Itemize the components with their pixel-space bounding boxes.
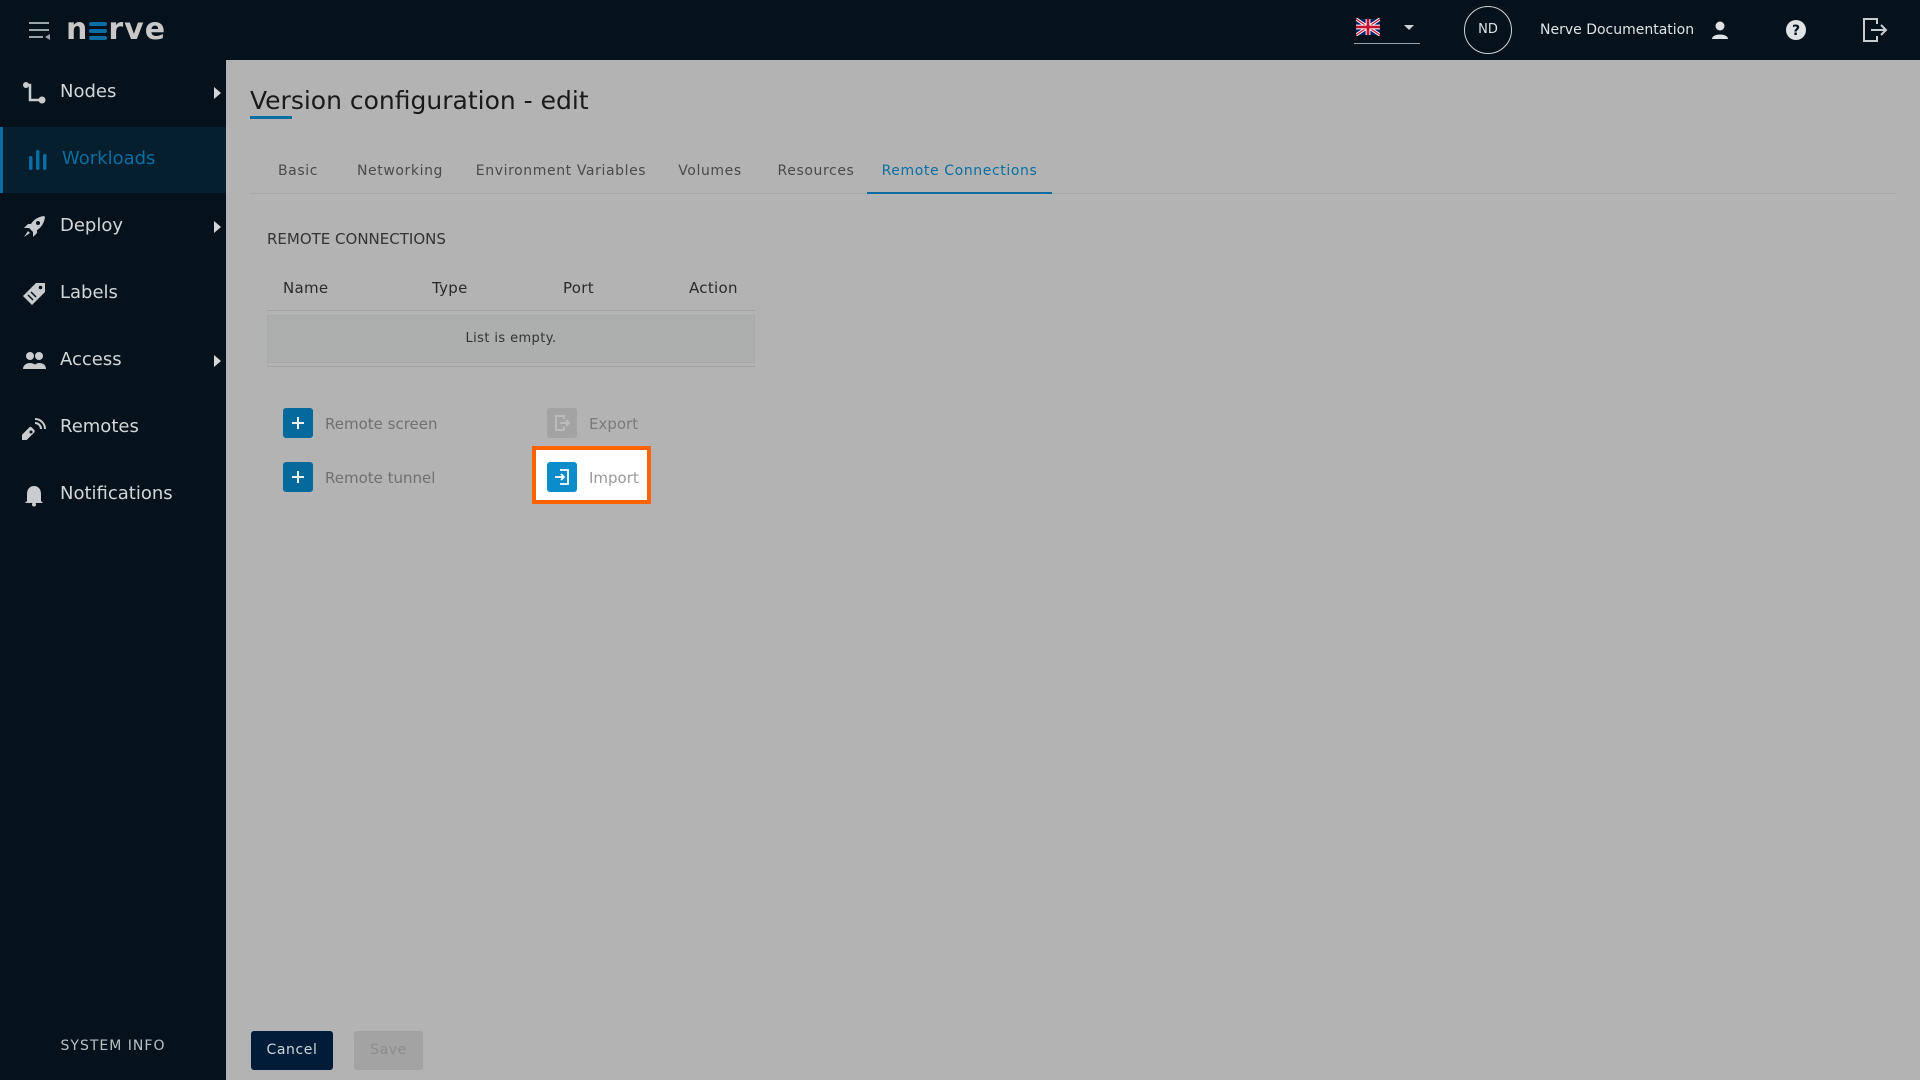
workloads-icon [29, 150, 47, 170]
logo-e-mark [89, 22, 108, 40]
column-header-port[interactable]: Port [563, 278, 594, 298]
sidebar-item-label: Remotes [60, 416, 139, 437]
import-icon [547, 462, 577, 492]
tab-remote-connections[interactable]: Remote Connections [867, 150, 1052, 194]
tab-networking[interactable]: Networking [350, 150, 450, 194]
label-tag-icon [23, 283, 45, 305]
sidebar-item-label: Nodes [60, 81, 117, 102]
plus-icon [283, 408, 313, 438]
section-heading: REMOTE CONNECTIONS [267, 230, 446, 248]
logo-text-right: rve [108, 12, 167, 47]
tab-environment-variables[interactable]: Environment Variables [468, 150, 654, 194]
sidebar-item-notifications[interactable]: Notifications [0, 462, 226, 528]
tab-basic[interactable]: Basic [264, 150, 332, 194]
sidebar-item-workloads[interactable]: Workloads [0, 127, 226, 193]
export-icon [547, 408, 577, 438]
sidebar-item-label: Labels [60, 282, 118, 303]
svg-text:?: ? [1792, 23, 1800, 39]
export-label: Export [589, 415, 639, 433]
sidebar-item-label: Deploy [60, 215, 124, 236]
chevron-right-icon [214, 355, 221, 367]
empty-list-message: List is empty. [267, 315, 755, 363]
users-icon [23, 352, 46, 369]
title-underline [250, 116, 292, 119]
tab-bar: Basic Networking Environment Variables V… [250, 150, 1895, 194]
uk-flag-icon [1356, 18, 1380, 36]
chevron-right-icon [214, 221, 221, 233]
sidebar-item-label: Workloads [62, 148, 156, 169]
user-icon[interactable] [1708, 18, 1732, 42]
logo-text-left: n [66, 12, 89, 47]
help-icon[interactable]: ? [1784, 18, 1808, 42]
language-selector[interactable] [1354, 16, 1420, 44]
plus-icon [283, 462, 313, 492]
bell-icon [25, 486, 43, 507]
chevron-down-icon [1404, 25, 1414, 30]
sidebar-item-label: Notifications [60, 483, 173, 504]
cancel-button[interactable]: Cancel [251, 1031, 333, 1070]
tab-resources[interactable]: Resources [768, 150, 864, 194]
top-header: n rve ND Nerve Documentation ? [0, 0, 1920, 60]
avatar[interactable]: ND [1464, 6, 1512, 54]
save-button: Save [354, 1031, 423, 1070]
sidebar-item-nodes[interactable]: Nodes [0, 60, 226, 126]
remote-screen-label: Remote screen [325, 415, 438, 433]
column-header-name[interactable]: Name [283, 278, 328, 298]
tab-volumes[interactable]: Volumes [670, 150, 750, 194]
nerve-logo[interactable]: n rve [66, 10, 166, 50]
column-header-type[interactable]: Type [432, 278, 468, 298]
rocket-icon [24, 216, 45, 237]
sidebar-item-labels[interactable]: Labels [0, 261, 226, 327]
sidebar: Nodes Workloads Deploy Labels Access Rem… [0, 60, 226, 1080]
import-label: Import [589, 469, 639, 487]
table-header-divider [267, 310, 755, 311]
page-title: Version configuration - edit [250, 86, 589, 115]
system-info-link[interactable]: SYSTEM INFO [0, 1038, 226, 1054]
logout-icon[interactable] [1862, 17, 1888, 43]
sidebar-item-label: Access [60, 349, 122, 370]
sidebar-item-deploy[interactable]: Deploy [0, 194, 226, 260]
menu-toggle-icon[interactable] [29, 20, 51, 40]
table-bottom-divider [267, 366, 755, 367]
column-header-action: Action [689, 279, 738, 297]
sidebar-item-access[interactable]: Access [0, 328, 226, 394]
remote-tunnel-label: Remote tunnel [325, 469, 436, 487]
nodes-icon [23, 82, 46, 104]
remote-control-icon [22, 418, 46, 440]
user-name: Nerve Documentation [1540, 22, 1695, 38]
chevron-right-icon [214, 87, 221, 99]
sidebar-item-remotes[interactable]: Remotes [0, 395, 226, 461]
